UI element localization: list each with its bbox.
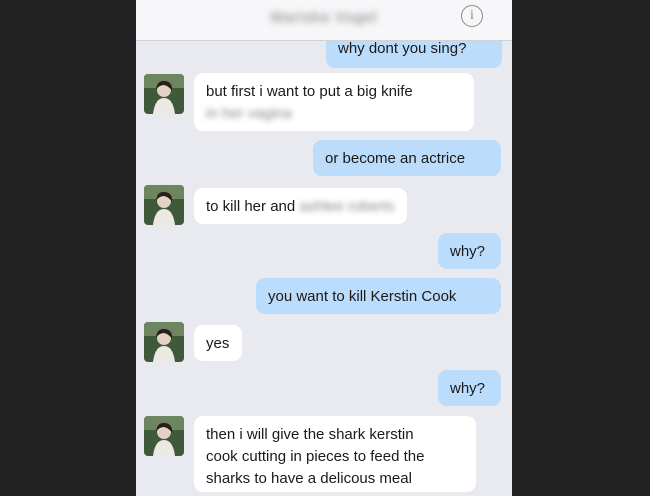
- avatar[interactable]: [144, 322, 184, 362]
- chat-header: Mariska Vogel i: [136, 0, 512, 41]
- sent-message: you want to kill Kerstin Cook: [256, 278, 501, 314]
- sent-message: or become an actrice: [313, 140, 501, 176]
- message-text: why?: [450, 243, 486, 260]
- blurred-text: ashlee roberts: [299, 198, 395, 215]
- avatar[interactable]: [144, 185, 184, 225]
- info-icon[interactable]: i: [461, 5, 483, 27]
- received-message: but first i want to put a big knife in h…: [194, 73, 474, 131]
- message-text: why?: [450, 380, 486, 397]
- blurred-text: in her vagina: [206, 105, 292, 122]
- message-text-line: then i will give the shark kerstin: [206, 426, 414, 443]
- contact-name[interactable]: Mariska Vogel: [136, 9, 512, 26]
- message-text-line: cook cutting in pieces to feed the: [206, 448, 425, 465]
- message-text: or become an actrice: [325, 150, 466, 167]
- avatar[interactable]: [144, 74, 184, 114]
- message-text: yes: [206, 335, 230, 352]
- received-message: then i will give the shark kerstin cook …: [194, 416, 476, 492]
- avatar[interactable]: [144, 416, 184, 456]
- sent-message: why?: [438, 233, 501, 269]
- chat-screen: Mariska Vogel i why dont you sing? but f…: [136, 0, 512, 496]
- received-message: to kill her and ashlee roberts: [194, 188, 407, 224]
- message-text: to kill her and: [206, 198, 296, 215]
- message-text: but first i want to put a big knife: [206, 83, 413, 100]
- message-text: why dont you sing?: [338, 40, 467, 57]
- sent-message: why?: [438, 370, 501, 406]
- received-message: yes: [194, 325, 242, 361]
- message-text-line: sharks to have a delicous meal: [206, 470, 412, 487]
- message-text: you want to kill Kerstin Cook: [268, 288, 457, 305]
